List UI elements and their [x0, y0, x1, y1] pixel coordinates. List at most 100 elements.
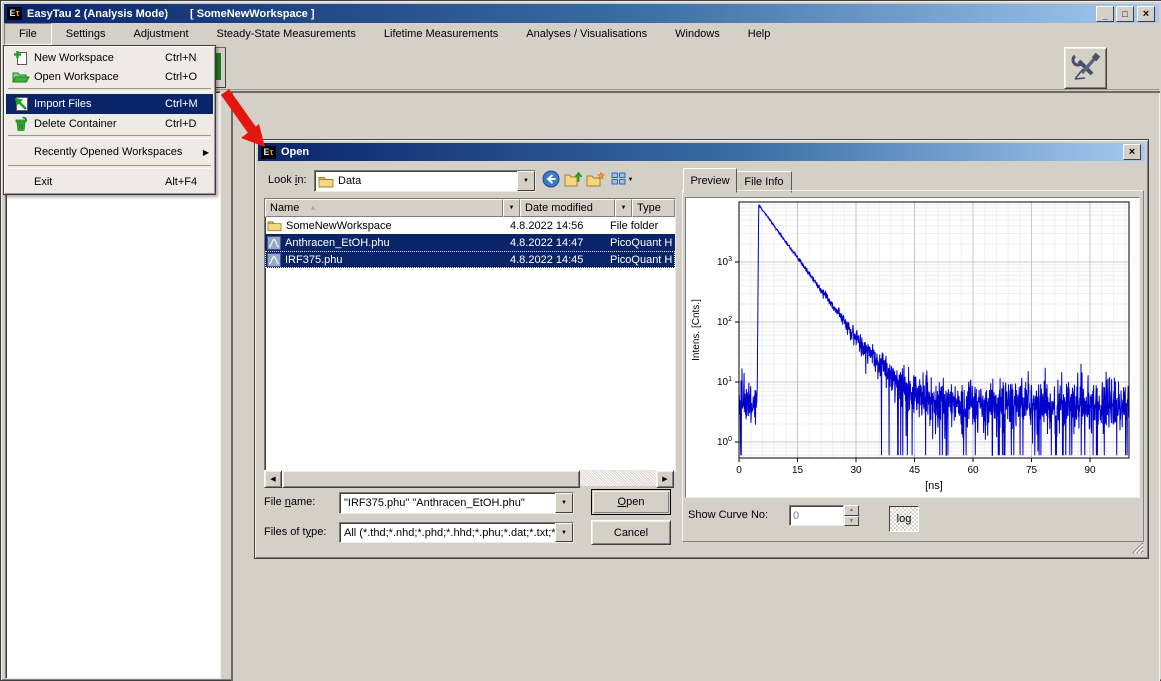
menu-item-import-files[interactable]: Import Files Ctrl+M [6, 94, 213, 114]
menu-steady-state[interactable]: Steady-State Measurements [203, 23, 370, 45]
titlebar: Eτ EasyTau 2 (Analysis Mode) [ SomeNewWo… [4, 4, 1159, 23]
file-menu: New Workspace Ctrl+N Open Workspace Ctrl… [3, 45, 216, 195]
close-button[interactable]: × [1137, 6, 1155, 22]
column-header-type[interactable]: Type [632, 199, 675, 217]
resize-grip[interactable] [1129, 539, 1144, 554]
menu-item-delete-container[interactable]: Delete Container Ctrl+D [6, 114, 213, 133]
new-folder-button[interactable] [585, 170, 606, 190]
svg-text:0: 0 [736, 465, 742, 476]
svg-text:100: 100 [717, 436, 732, 448]
svg-text:103: 103 [717, 256, 732, 268]
dialog-close-button[interactable]: × [1123, 144, 1141, 160]
open-dialog: Eτ Open × Look in: Data ▼ ▼ [254, 139, 1149, 559]
open-workspace-icon [8, 70, 34, 84]
look-in-value: Data [338, 175, 517, 187]
svg-text:75: 75 [1026, 465, 1038, 476]
look-in-dropdown-button[interactable]: ▼ [517, 171, 535, 191]
column-header-date-modified[interactable]: Date modified [520, 199, 615, 217]
svg-text:45: 45 [909, 465, 921, 476]
minimize-button[interactable]: _ [1096, 6, 1114, 22]
log-scale-toggle-button[interactable]: log [889, 506, 919, 532]
up-one-level-button[interactable] [563, 170, 584, 190]
spin-down-button[interactable]: ▼ [844, 516, 859, 527]
look-in-label: Look in: [268, 174, 307, 186]
files-of-type-value: All (*.thd;*.nhd;*.phd;*.hhd;*.phu;*.dat… [340, 527, 555, 539]
date-filter-button[interactable]: ▼ [615, 199, 632, 217]
menu-windows[interactable]: Windows [661, 23, 734, 45]
show-curve-label: Show Curve No: [688, 509, 768, 521]
menu-file[interactable]: File [4, 23, 52, 45]
phu-file-icon [267, 253, 281, 267]
scroll-left-button[interactable]: ◀ [264, 470, 282, 488]
svg-text:Intens. [Cnts.]: Intens. [Cnts.] [691, 299, 702, 361]
open-button[interactable]: Open [591, 489, 671, 515]
svg-text:[ns]: [ns] [925, 480, 943, 492]
svg-text:30: 30 [850, 465, 862, 476]
tools-icon [1071, 52, 1101, 85]
menu-settings[interactable]: Settings [52, 23, 120, 45]
file-name-combobox[interactable]: "IRF375.phu" "Anthracen_EtOH.phu" ▼ [339, 492, 574, 514]
preview-chart-box: 0153045607590100101102103[ns]Intens. [Cn… [685, 197, 1140, 498]
preview-chart: 0153045607590100101102103[ns]Intens. [Cn… [686, 198, 1137, 495]
workspace-name: [ SomeNewWorkspace ] [190, 8, 315, 20]
dialog-titlebar: Eτ Open × [258, 143, 1145, 161]
menu-analyses[interactable]: Analyses / Visualisations [512, 23, 661, 45]
file-name-value: "IRF375.phu" "Anthracen_EtOH.phu" [340, 497, 555, 509]
menu-separator [8, 88, 211, 92]
svg-text:15: 15 [792, 465, 804, 476]
scrollbar-thumb[interactable] [282, 470, 580, 488]
submenu-arrow-icon: ▶ [197, 148, 211, 157]
views-icon [611, 172, 626, 188]
menu-lifetime[interactable]: Lifetime Measurements [370, 23, 512, 45]
sort-ascending-icon: ▲ [309, 205, 316, 212]
file-row-anthracen-etoh[interactable]: Anthracen_EtOH.phu 4.8.2022 14:47 PicoQu… [265, 234, 675, 251]
curve-number-value: 0 [790, 510, 799, 522]
tools-button[interactable] [1064, 47, 1107, 89]
views-dropdown-arrow: ▼ [628, 177, 634, 183]
menubar: File Settings Adjustment Steady-State Me… [4, 23, 1159, 46]
scrollbar-track[interactable] [580, 470, 656, 486]
menu-separator [8, 135, 211, 139]
maximize-button[interactable]: □ [1116, 6, 1134, 22]
folder-icon [318, 175, 334, 188]
svg-text:90: 90 [1084, 465, 1096, 476]
menu-separator [8, 165, 211, 169]
delete-container-icon [8, 116, 34, 132]
app-window: Eτ EasyTau 2 (Analysis Mode) [ SomeNewWo… [0, 0, 1161, 681]
new-folder-icon [586, 171, 605, 190]
curve-number-spinner[interactable]: 0 ▲ ▼ [789, 505, 859, 526]
file-row-somenewworkspace[interactable]: SomeNewWorkspace 4.8.2022 14:56 File fol… [265, 217, 675, 234]
menu-item-open-workspace[interactable]: Open Workspace Ctrl+O [6, 67, 213, 86]
file-list-hscrollbar[interactable]: ◀ ▶ [264, 470, 674, 486]
import-files-icon [8, 96, 34, 112]
files-of-type-combobox[interactable]: All (*.thd;*.nhd;*.phd;*.hhd;*.phu;*.dat… [339, 522, 574, 543]
file-name-dropdown-button[interactable]: ▼ [555, 493, 573, 513]
file-name-label: File name: [264, 496, 315, 508]
menu-item-new-workspace[interactable]: New Workspace Ctrl+N [6, 48, 213, 67]
files-of-type-dropdown-button[interactable]: ▼ [555, 523, 573, 542]
tab-preview[interactable]: Preview [683, 168, 737, 193]
window-title: EasyTau 2 (Analysis Mode) [27, 8, 168, 20]
svg-text:102: 102 [717, 316, 732, 328]
partial-icon [216, 53, 221, 80]
name-filter-button[interactable]: ▼ [503, 199, 520, 217]
app-icon: Eτ [7, 7, 22, 20]
back-button[interactable] [540, 170, 561, 190]
column-header-name[interactable]: Name ▲ [265, 199, 503, 217]
menu-item-exit[interactable]: Exit Alt+F4 [6, 171, 213, 192]
files-of-type-label: Files of type: [264, 526, 326, 538]
scroll-right-button[interactable]: ▶ [656, 470, 674, 488]
cancel-button[interactable]: Cancel [591, 520, 671, 545]
menu-adjustment[interactable]: Adjustment [119, 23, 202, 45]
spin-up-button[interactable]: ▲ [844, 505, 859, 516]
back-icon [542, 170, 560, 191]
new-workspace-icon [8, 50, 34, 66]
folder-icon [267, 219, 282, 232]
look-in-combobox[interactable]: Data ▼ [314, 170, 536, 192]
dialog-title: Open [281, 146, 309, 158]
views-button[interactable]: ▼ [608, 170, 636, 190]
menu-item-recent-workspaces[interactable]: Recently Opened Workspaces ▶ [6, 141, 213, 163]
file-row-irf375[interactable]: IRF375.phu 4.8.2022 14:45 PicoQuant H [265, 251, 675, 268]
menu-help[interactable]: Help [734, 23, 785, 45]
dialog-icon: Eτ [261, 146, 276, 159]
